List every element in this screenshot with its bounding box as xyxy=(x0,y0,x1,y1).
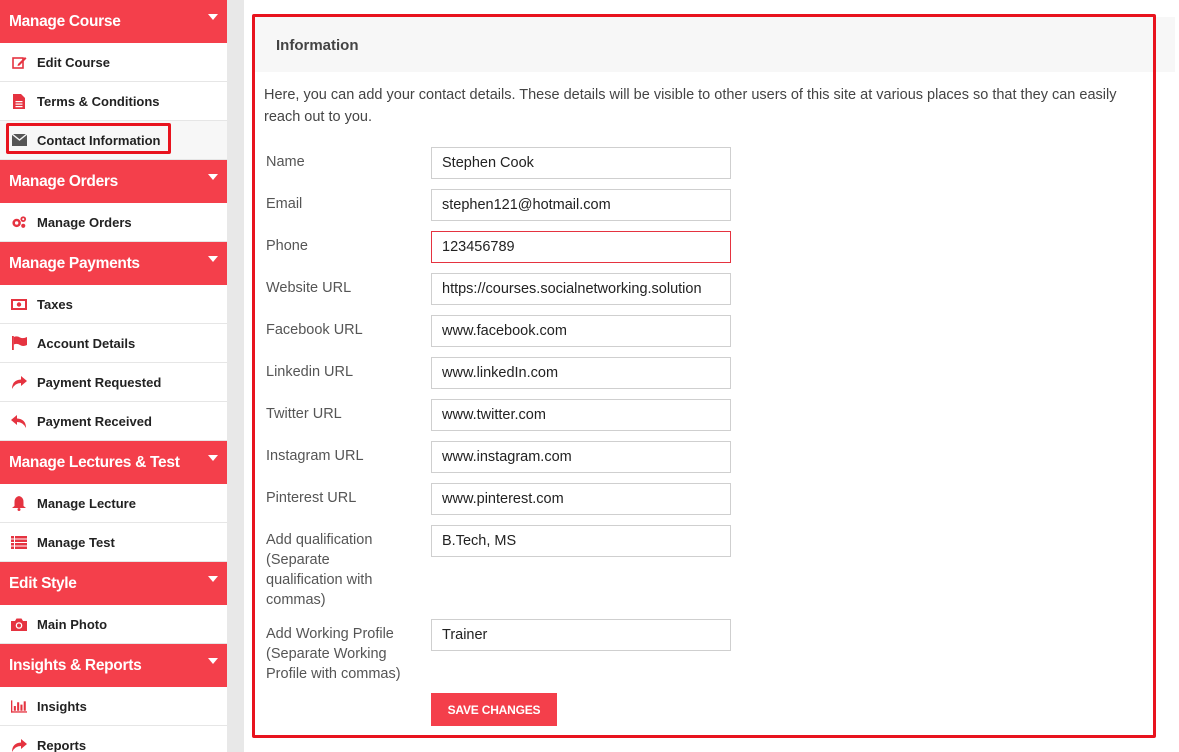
name-input[interactable] xyxy=(431,147,731,179)
pinterest-url-input[interactable] xyxy=(431,483,731,515)
bar-chart-icon xyxy=(11,699,27,713)
reply-icon xyxy=(11,414,27,428)
section-insights-reports[interactable]: Insights & Reports xyxy=(0,644,227,687)
intro-text: Here, you can add your contact details. … xyxy=(264,87,1117,125)
caret-down-icon xyxy=(208,173,218,180)
caret-down-icon xyxy=(208,255,218,262)
list-icon xyxy=(11,535,27,549)
caret-down-icon xyxy=(208,13,218,20)
instagram-url-label: Instagram URL xyxy=(266,448,364,464)
sidebar-item-edit-course[interactable]: Edit Course xyxy=(0,43,227,82)
linkedin-url-input[interactable] xyxy=(431,357,731,389)
sidebar-item-account-details[interactable]: Account Details xyxy=(0,324,227,363)
twitter-url-input[interactable] xyxy=(431,399,731,431)
caret-down-icon xyxy=(208,657,218,664)
save-changes-button[interactable]: SAVE CHANGES xyxy=(431,693,557,726)
page-title: Information xyxy=(276,37,359,54)
caret-down-icon xyxy=(208,454,218,461)
website-url-label: Website URL xyxy=(266,280,352,296)
edit-icon xyxy=(11,55,27,69)
sidebar-item-manage-lecture[interactable]: Manage Lecture xyxy=(0,484,227,523)
sidebar-item-taxes[interactable]: Taxes xyxy=(0,285,227,324)
sidebar-item-payment-received[interactable]: Payment Received xyxy=(0,402,227,441)
name-label: Name xyxy=(266,154,305,170)
qualification-input[interactable] xyxy=(431,525,731,557)
facebook-url-label: Facebook URL xyxy=(266,322,363,338)
sidebar-item-reports[interactable]: Reports xyxy=(0,726,227,752)
twitter-url-label: Twitter URL xyxy=(266,406,342,422)
website-url-input[interactable] xyxy=(431,273,731,305)
section-manage-course[interactable]: Manage Course xyxy=(0,0,227,43)
working-profile-input[interactable] xyxy=(431,619,731,651)
active-item-highlight xyxy=(6,123,171,154)
sidebar-divider xyxy=(227,0,244,752)
sidebar-item-insights[interactable]: Insights xyxy=(0,687,227,726)
email-label: Email xyxy=(266,196,303,212)
money-icon xyxy=(11,297,27,311)
qualification-label: Add qualification (Separate qualificatio… xyxy=(266,532,373,608)
facebook-url-input[interactable] xyxy=(431,315,731,347)
share-icon xyxy=(11,375,27,389)
sidebar-item-manage-orders[interactable]: Manage Orders xyxy=(0,203,227,242)
bell-icon xyxy=(11,495,27,511)
instagram-url-input[interactable] xyxy=(431,441,731,473)
section-manage-orders[interactable]: Manage Orders xyxy=(0,160,227,203)
section-edit-style[interactable]: Edit Style xyxy=(0,562,227,605)
file-icon xyxy=(11,93,27,109)
working-profile-label: Add Working Profile (Separate Working Pr… xyxy=(266,626,401,682)
share-icon xyxy=(11,738,27,752)
gears-icon xyxy=(11,215,27,229)
camera-icon xyxy=(11,617,27,631)
sidebar-item-payment-requested[interactable]: Payment Requested xyxy=(0,363,227,402)
sidebar-item-manage-test[interactable]: Manage Test xyxy=(0,523,227,562)
section-manage-lectures-test[interactable]: Manage Lectures & Test xyxy=(0,441,227,484)
sidebar-item-main-photo[interactable]: Main Photo xyxy=(0,605,227,644)
linkedin-url-label: Linkedin URL xyxy=(266,364,354,380)
email-input[interactable] xyxy=(431,189,731,221)
phone-label: Phone xyxy=(266,238,308,254)
section-manage-payments[interactable]: Manage Payments xyxy=(0,242,227,285)
caret-down-icon xyxy=(208,575,218,582)
flag-icon xyxy=(11,336,27,350)
phone-input[interactable] xyxy=(431,231,731,263)
sidebar-item-terms-conditions[interactable]: Terms & Conditions xyxy=(0,82,227,121)
pinterest-url-label: Pinterest URL xyxy=(266,490,357,506)
sidebar: Manage Course Edit Course Terms & Condit… xyxy=(0,0,227,752)
